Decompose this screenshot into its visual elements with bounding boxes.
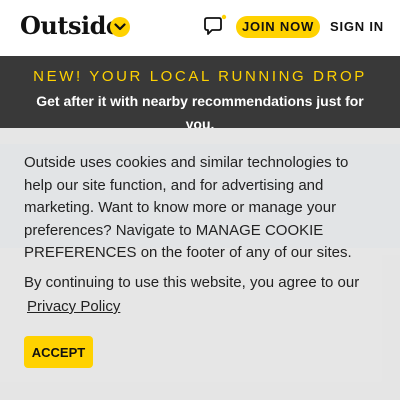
accept-cookies-button[interactable]: ACCEPT (24, 336, 93, 368)
promo-title: NEW! YOUR LOCAL RUNNING DROP (33, 68, 367, 85)
cookie-notice-text: Outside uses cookies and similar technol… (24, 154, 352, 261)
chat-bubble-icon[interactable] (203, 14, 227, 38)
privacy-policy-link[interactable]: Privacy Policy (27, 298, 120, 315)
sign-in-link[interactable]: SIGN IN (330, 19, 384, 34)
outside-logo[interactable]: Outside (20, 11, 121, 40)
site-header: Outside JOIN NOW SIGN IN (0, 0, 400, 56)
consent-text: By continuing to use this website, you a… (24, 274, 360, 291)
join-now-button[interactable]: JOIN NOW (236, 16, 320, 38)
chevron-down-icon[interactable] (110, 17, 130, 37)
promo-banner[interactable]: NEW! YOUR LOCAL RUNNING DROP Get after i… (0, 56, 400, 132)
